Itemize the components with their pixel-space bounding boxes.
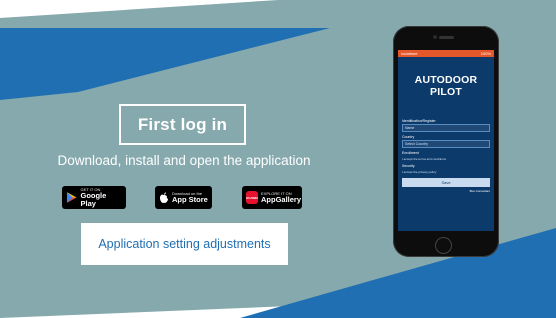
application-settings-button[interactable]: Application setting adjustments (81, 223, 288, 265)
app-store-small-text: Download on the (172, 191, 203, 196)
phone-status-bar: vodafone 100% (398, 50, 494, 57)
google-play-icon (66, 192, 77, 203)
app-title: AUTODOOR PILOT (398, 74, 494, 98)
app-gallery-badge[interactable]: HUAWEI EXPLORE IT ON AppGallery (242, 186, 302, 209)
form-label-enrollment: Enrollment (402, 151, 419, 155)
apple-icon (160, 192, 168, 203)
phone-screen: vodafone 100% AUTODOOR PILOT Identificat… (398, 50, 494, 231)
form-save-button[interactable]: Save (402, 178, 490, 187)
google-play-label: Google Play (80, 191, 107, 208)
status-carrier: vodafone (401, 51, 418, 56)
huawei-logo-text: HUAWEI (246, 195, 258, 200)
app-gallery-label: AppGallery (261, 195, 302, 204)
google-play-small-text: GET IT ON (80, 187, 101, 192)
phone-camera (433, 35, 437, 39)
app-gallery-small-text: EXPLORE IT ON (261, 191, 292, 196)
instructions-text: Download, install and open the applicati… (57, 153, 311, 168)
form-label-country: Country (402, 135, 415, 139)
form-note-terms[interactable]: I accept the terms and conditions (402, 157, 490, 161)
google-play-badge[interactable]: GET IT ON Google Play (62, 186, 126, 209)
app-store-label: App Store (172, 195, 208, 204)
page-title-text: First log in (137, 114, 228, 134)
slide: First log in Download, install and open … (0, 0, 556, 318)
form-field-country[interactable]: Select Country (402, 140, 490, 148)
form-field-name[interactable]: Name (402, 124, 490, 132)
app-title-line2: PILOT (430, 86, 462, 98)
phone-speaker (439, 36, 454, 39)
phone-form: Identification/Register Name Country Sel… (402, 116, 490, 193)
form-note-privacy[interactable]: I accept the privacy policy (402, 170, 490, 174)
phone-home-button (435, 237, 452, 254)
phone-mockup: vodafone 100% AUTODOOR PILOT Identificat… (393, 26, 499, 257)
page-title: First log in (119, 104, 246, 145)
form-label-security: Security (402, 164, 415, 168)
app-title-line1: AUTODOOR (414, 74, 478, 86)
status-battery: 100% (480, 51, 491, 56)
form-link[interactable]: Bus Consultant (402, 189, 490, 193)
huawei-icon: HUAWEI (246, 191, 258, 204)
app-store-badge[interactable]: Download on the App Store (155, 186, 212, 209)
form-label-identification: Identification/Register (402, 119, 436, 123)
